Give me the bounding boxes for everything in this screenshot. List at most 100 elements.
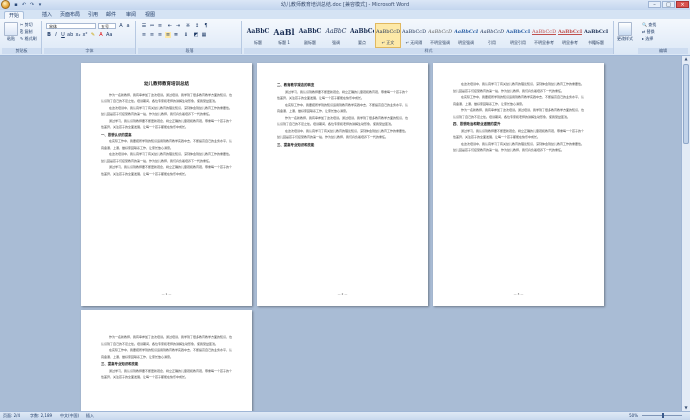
paragraph: 在实际工作中，我要把所学到的知识运用到教育教学实践中去，不断提高自己的业务水平，… — [101, 348, 232, 359]
paragraph: 通过学习，我认识到教师要不断更新观念，树立正确的儿童观和教育观，尊重每一个孩子的… — [453, 128, 584, 140]
style-subtle-emphasis[interactable]: AaBbCcDc不明显强调 — [427, 23, 453, 48]
style-book-title[interactable]: AaBbCcDc书籍标题 — [583, 23, 609, 48]
tab-references[interactable]: 引用 — [84, 11, 102, 19]
vertical-scrollbar[interactable]: ▲ ▼ — [681, 56, 690, 411]
distributed-icon[interactable]: ≣ — [173, 32, 179, 38]
bold-icon[interactable]: B — [46, 32, 52, 38]
window-controls: – □ × — [648, 1, 689, 8]
copy-button[interactable]: ⎘ 复制 — [20, 29, 32, 35]
style-subtitle[interactable]: AaBbC 副标题 — [297, 23, 323, 48]
tab-home[interactable]: 开始 — [4, 11, 25, 19]
multilevel-list-icon[interactable]: ≡ — [157, 23, 163, 29]
minimize-button[interactable]: – — [648, 1, 661, 8]
style-intense-emphasis[interactable]: AaBbCcDc明显强调 — [453, 23, 479, 48]
section-heading: 三、提高专业知识和技能 — [277, 142, 315, 147]
style-normal[interactable]: AaBbCcDc↵ 正文 — [375, 23, 401, 48]
paragraph: 通过学习，我认识到教师要不断更新观念，树立正确的儿童观和教育观，尊重每一个孩子的… — [101, 368, 232, 380]
grow-font-icon[interactable]: A — [118, 23, 124, 29]
font-group: 宋体 五号 A a B I U ab x₂ x² ✎ A Aa 字体 — [44, 21, 136, 54]
page-number: — 2 — — [337, 292, 348, 296]
style-no-spacing[interactable]: AaBbCcDc↵ 无间隔 — [401, 23, 427, 48]
style-strong[interactable]: AaBbCcD要点 — [349, 23, 375, 48]
italic-icon[interactable]: I — [53, 32, 59, 38]
style-emphasis[interactable]: AaBbC 强调 — [323, 23, 349, 48]
cut-button[interactable]: ✂ 剪切 — [20, 22, 33, 28]
select-button[interactable]: ▸ 选择 — [642, 36, 653, 42]
align-right-icon[interactable]: ≡ — [157, 32, 163, 38]
tab-view[interactable]: 视图 — [141, 11, 159, 19]
borders-icon[interactable]: ▦ — [201, 32, 207, 38]
change-case-icon[interactable]: Aa — [106, 32, 112, 38]
maximize-button[interactable]: □ — [662, 1, 675, 8]
paragraph: 在实际工作中，我要把所学到的知识运用到教育教学实践中去，不断提高自己的业务水平，… — [277, 102, 408, 114]
tab-insert[interactable]: 插入 — [38, 11, 56, 19]
decrease-indent-icon[interactable]: ⇤ — [167, 23, 173, 29]
font-color-icon[interactable]: A — [98, 32, 104, 38]
paragraph: 通过学习，我认识到教师要不断更新观念，树立正确的儿童观和教育观，尊重每一个孩子的… — [101, 165, 232, 176]
ribbon-tabs: 开始 插入 页面布局 引用 邮件 审阅 视图 — [0, 10, 690, 19]
scroll-up-icon[interactable]: ▲ — [682, 56, 690, 62]
styles-group-label: 样式 — [244, 48, 613, 54]
page-text: 二、教育教学观念的转变 通过学习，我认识到教师要不断更新观念，树立正确的儿童观和… — [277, 81, 408, 286]
highlight-icon[interactable]: ✎ — [90, 32, 96, 38]
zoom-slider-thumb[interactable] — [662, 413, 664, 418]
style-intense-reference[interactable]: AaBbCcDc明显参考 — [557, 23, 583, 48]
tab-review[interactable]: 审阅 — [122, 11, 140, 19]
ribbon: 粘贴 ✂ 剪切 ⎘ 复制 ✎ 格式刷 剪贴板 宋体 五号 A a B I U a… — [0, 19, 690, 56]
replace-button[interactable]: ⇄ 替换 — [642, 29, 655, 35]
change-styles-button[interactable]: 更改样式 — [616, 22, 634, 42]
tab-page-layout[interactable]: 页面布局 — [56, 11, 84, 19]
document-page[interactable]: 幼儿教师教育培训总结 作为一名新教师，我有幸参加了这次培训。通过培训，我学到了很… — [81, 63, 252, 306]
format-painter-button[interactable]: ✎ 格式刷 — [20, 36, 37, 42]
strikethrough-icon[interactable]: ab — [67, 32, 73, 38]
style-quote[interactable]: AaBbCcDc引用 — [479, 23, 505, 48]
close-button[interactable]: × — [676, 1, 689, 8]
window-title: 幼儿教师教育培训总结.doc [兼容模式] - Microsoft Word — [280, 2, 410, 8]
document-page[interactable]: 二、教育教学观念的转变 通过学习，我认识到教师要不断更新观念，树立正确的儿童观和… — [257, 63, 428, 306]
page-text: 幼儿教师教育培训总结 作为一名新教师，我有幸参加了这次培训。通过培训，我学到了很… — [101, 81, 232, 286]
superscript-icon[interactable]: x² — [82, 32, 88, 38]
chinese-layout-icon[interactable]: ※ — [185, 23, 191, 29]
align-center-icon[interactable]: ≡ — [149, 32, 155, 38]
sort-icon[interactable]: ↕ — [194, 23, 200, 29]
show-marks-icon[interactable]: ¶ — [203, 23, 209, 29]
paste-button[interactable]: 粘贴 — [4, 22, 18, 42]
paragraph: 在这次培训中，我认真学习了有关幼儿教育的理论知识，深刻体会到幼儿教育工作的重要性… — [101, 105, 232, 117]
shading-icon[interactable]: ◩ — [193, 32, 199, 38]
paragraph: 在这次培训中，我认真学习了有关幼儿教育的理论知识，深刻体会到幼儿教育工作的重要性… — [101, 152, 232, 163]
increase-indent-icon[interactable]: ⇥ — [175, 23, 181, 29]
shrink-font-icon[interactable]: a — [125, 23, 131, 29]
style-heading-1[interactable]: AaBl 标题 1 — [271, 23, 297, 48]
paragraph: 作为一名新教师，我有幸参加了这次培训。通过培训，我学到了很多教育教学方面的知识，… — [277, 115, 408, 127]
paragraph-group: ☰ ≔ ≡ ⇤ ⇥ ※ ↕ ¶ ≡ ≡ ≡ ≡ ≣ ↨ ◩ ▦ 段落 — [138, 21, 242, 54]
change-styles-icon — [618, 22, 632, 36]
underline-icon[interactable]: U — [60, 32, 66, 38]
document-title: 幼儿教师教育培训总结 — [144, 82, 189, 87]
bullets-icon[interactable]: ☰ — [141, 23, 147, 29]
page-number: — 1 — — [161, 292, 172, 296]
scroll-thumb[interactable] — [683, 64, 689, 144]
subscript-icon[interactable]: x₂ — [75, 32, 81, 38]
document-page[interactable]: 在这次培训中，我认真学习了有关幼儿教育的理论知识，深刻体会到幼儿教育工作的重要性… — [433, 63, 604, 306]
style-title[interactable]: AaBbC 标题 — [245, 23, 271, 48]
numbering-icon[interactable]: ≔ — [149, 23, 155, 29]
document-page[interactable]: 作为一名新教师，我有幸参加了这次培训。通过培训，我学到了很多教育教学方面的知识，… — [81, 310, 252, 411]
tab-mailings[interactable]: 邮件 — [102, 11, 120, 19]
style-subtle-reference[interactable]: AaBbCcDc不明显参考 — [531, 23, 557, 48]
line-spacing-icon[interactable]: ↨ — [183, 32, 189, 38]
style-intense-quote[interactable]: AaBbCcDc明显引用 — [505, 23, 531, 48]
styles-group: AaBbC标题 AaBl标题 1 AaBbC副标题 AaBbC强调 AaBbCc… — [244, 21, 614, 54]
paragraph: 通过学习，我认识到教师要不断更新观念，树立正确的儿童观和教育观，尊重每一个孩子的… — [277, 89, 408, 101]
paragraph: 作为一名新教师，我有幸参加了这次培训。通过培训，我学到了很多教育教学方面的知识，… — [453, 108, 584, 119]
font-size-combo[interactable]: 五号 — [98, 23, 116, 29]
clipboard-icon — [4, 22, 18, 36]
align-left-icon[interactable]: ≡ — [141, 32, 147, 38]
paragraph: 在这次培训中，我认真学习了有关幼儿教育的理论知识，深刻体会到幼儿教育工作的重要性… — [453, 141, 584, 153]
document-area[interactable]: 幼儿教师教育培训总结 作为一名新教师，我有幸参加了这次培训。通过培训，我学到了很… — [0, 56, 681, 411]
clipboard-group-label: 剪贴板 — [2, 48, 41, 54]
justify-icon[interactable]: ≡ — [165, 32, 171, 38]
font-name-combo[interactable]: 宋体 — [46, 23, 96, 29]
paragraph: 作为一名新教师，我有幸参加了这次培训。通过培训，我学到了很多教育教学方面的知识，… — [101, 335, 232, 346]
find-button[interactable]: 🔍 查找 — [642, 22, 656, 28]
page-text: 在这次培训中，我认真学习了有关幼儿教育的理论知识，深刻体会到幼儿教育工作的重要性… — [453, 81, 584, 286]
